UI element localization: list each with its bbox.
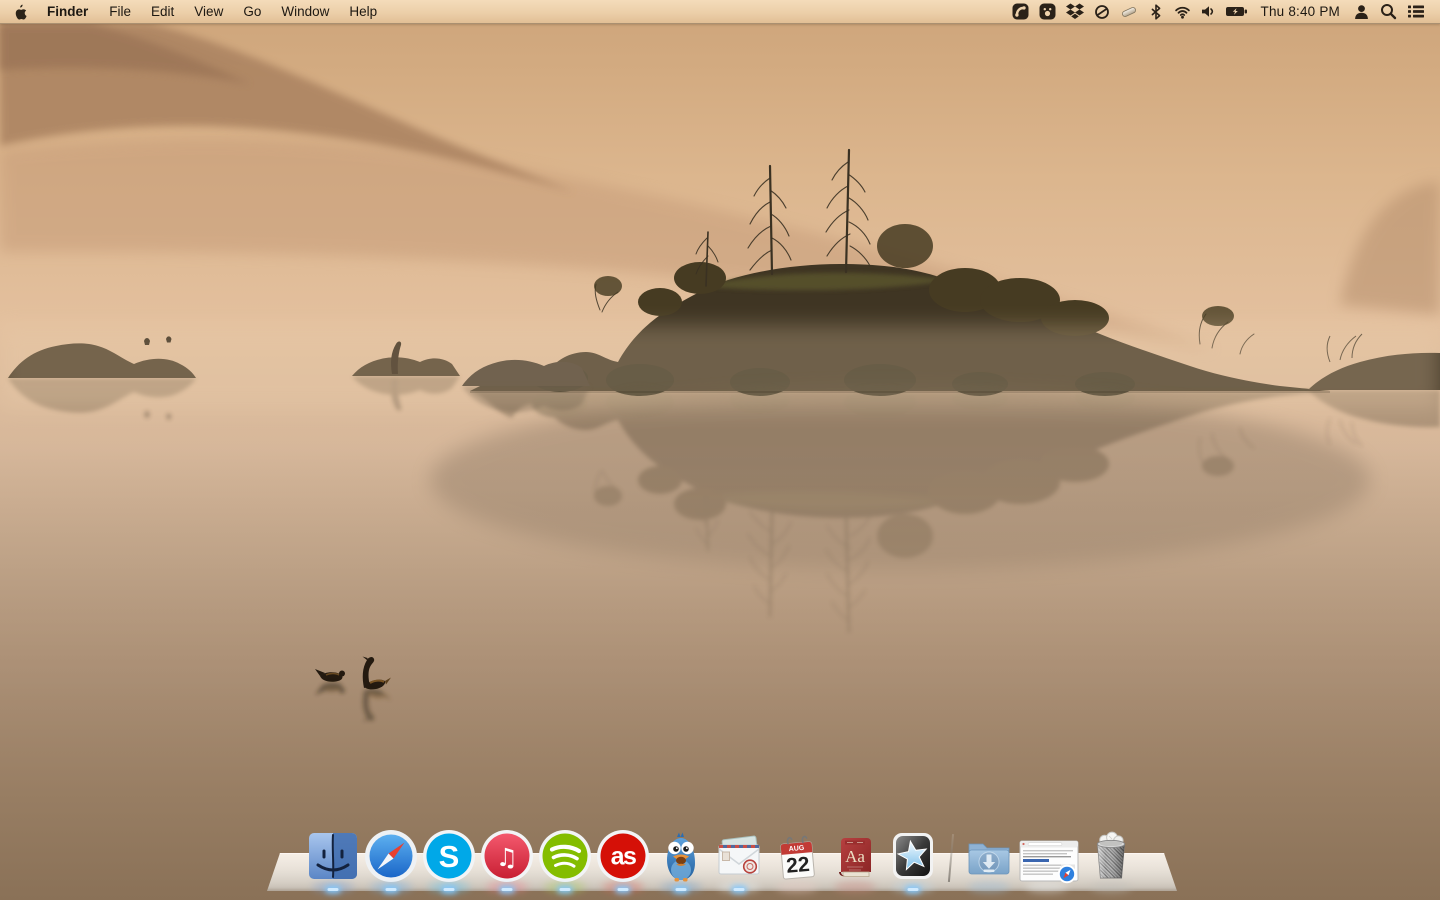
- menu-file[interactable]: File: [99, 0, 141, 23]
- dock-item-trash[interactable]: [1083, 828, 1139, 893]
- dock-items: S ♫ as AUG 22 Aa: [267, 828, 1177, 893]
- menu-bar-menus: Finder File Edit View Go Window Help: [0, 0, 387, 23]
- svg-text:22: 22: [785, 853, 810, 878]
- running-indicator: [385, 887, 397, 891]
- pill-menu-extra[interactable]: [1115, 0, 1143, 23]
- dropbox-icon: [1065, 3, 1084, 19]
- notification-center-icon: [1408, 5, 1424, 18]
- dock-item-calendar[interactable]: AUG 22: [769, 828, 825, 893]
- dock-item-itunes[interactable]: ♫: [479, 828, 535, 893]
- menu-help[interactable]: Help: [339, 0, 387, 23]
- trash-full-icon: [1096, 831, 1126, 879]
- svg-text:♫: ♫: [496, 843, 518, 872]
- mail-icon: [718, 835, 760, 875]
- menu-bar-status: Thu 8:40 PM: [1007, 0, 1440, 23]
- dock-item-twitterrific[interactable]: [653, 828, 709, 893]
- battery-menu-extra[interactable]: [1220, 0, 1253, 23]
- dock-item-lastfm[interactable]: as: [595, 828, 651, 893]
- running-indicator: [501, 887, 513, 891]
- spotify-icon: [539, 830, 591, 882]
- rounded-app-menu-extra[interactable]: [1034, 0, 1061, 23]
- svg-text:Aa: Aa: [845, 847, 865, 866]
- dock-item-webpage-window[interactable]: [1019, 840, 1081, 893]
- skype-icon: S: [423, 830, 475, 882]
- dock-item-spotify[interactable]: [537, 828, 593, 893]
- running-indicator: [675, 887, 687, 891]
- dock-item-safari[interactable]: [363, 828, 419, 893]
- dock-item-downloads-folder[interactable]: [961, 828, 1017, 893]
- bluetooth-menu-extra[interactable]: [1143, 0, 1169, 23]
- menu-edit[interactable]: Edit: [141, 0, 184, 23]
- desktop-wallpaper: [0, 0, 1440, 900]
- running-indicator: [559, 887, 571, 891]
- svg-text:as: as: [611, 843, 636, 871]
- dock: S ♫ as AUG 22 Aa: [267, 822, 1177, 900]
- dock-item-star-app[interactable]: [885, 828, 941, 893]
- menu-view[interactable]: View: [184, 0, 233, 23]
- wifi-menu-extra[interactable]: [1169, 0, 1196, 23]
- menu-window[interactable]: Window: [271, 0, 339, 23]
- menu-finder[interactable]: Finder: [36, 0, 99, 23]
- star-app-icon: [893, 833, 933, 879]
- phone-icon: [1012, 3, 1028, 20]
- apple-menu[interactable]: [14, 4, 28, 20]
- lastfm-icon: as: [597, 830, 649, 882]
- rounded-app-icon: [1039, 3, 1055, 20]
- user-menu-extra[interactable]: [1348, 0, 1375, 23]
- dictionary-icon: Aa: [839, 838, 871, 877]
- spotlight-menu-extra[interactable]: [1375, 0, 1402, 23]
- svg-text:AUG: AUG: [788, 845, 805, 853]
- bluetooth-icon: [1151, 3, 1160, 20]
- itunes-icon: ♫: [481, 830, 533, 882]
- running-indicator: [443, 887, 455, 891]
- notification-center-menu-extra[interactable]: [1402, 0, 1430, 23]
- volume-icon: [1201, 6, 1213, 17]
- menu-go[interactable]: Go: [233, 0, 271, 23]
- dock-separator: [947, 834, 955, 882]
- spotlight-icon: [1381, 4, 1397, 20]
- menu-bar: Finder File Edit View Go Window Help Thu…: [0, 0, 1440, 24]
- twitterrific-bird-icon: [667, 832, 695, 882]
- circle-slash-menu-extra[interactable]: [1089, 0, 1115, 23]
- running-indicator: [733, 887, 745, 891]
- volume-menu-extra[interactable]: [1196, 0, 1220, 23]
- svg-text:S: S: [439, 839, 460, 874]
- menu-bar-clock[interactable]: Thu 8:40 PM: [1253, 4, 1349, 19]
- calendar-icon: AUG 22: [780, 835, 815, 880]
- wifi-icon: [1174, 6, 1190, 19]
- dock-item-dictionary[interactable]: Aa: [827, 828, 883, 893]
- battery-icon: [1225, 7, 1247, 16]
- apple-icon: [15, 4, 27, 20]
- pill-icon: [1121, 6, 1136, 17]
- safari-icon: [365, 830, 417, 882]
- running-indicator: [617, 887, 629, 891]
- dock-item-mail[interactable]: [711, 828, 767, 893]
- phone-menu-extra[interactable]: [1007, 0, 1034, 23]
- circle-slash-icon: [1094, 4, 1109, 19]
- dock-item-skype[interactable]: S: [421, 828, 477, 893]
- user-icon: [1355, 4, 1368, 19]
- running-indicator: [327, 887, 339, 891]
- dropbox-menu-extra[interactable]: [1061, 0, 1089, 23]
- downloads-folder-icon: [968, 843, 1010, 875]
- dock-item-finder[interactable]: [305, 828, 361, 893]
- running-indicator: [907, 887, 919, 891]
- finder-icon: [309, 833, 357, 879]
- webpage-window-icon: [1019, 840, 1079, 884]
